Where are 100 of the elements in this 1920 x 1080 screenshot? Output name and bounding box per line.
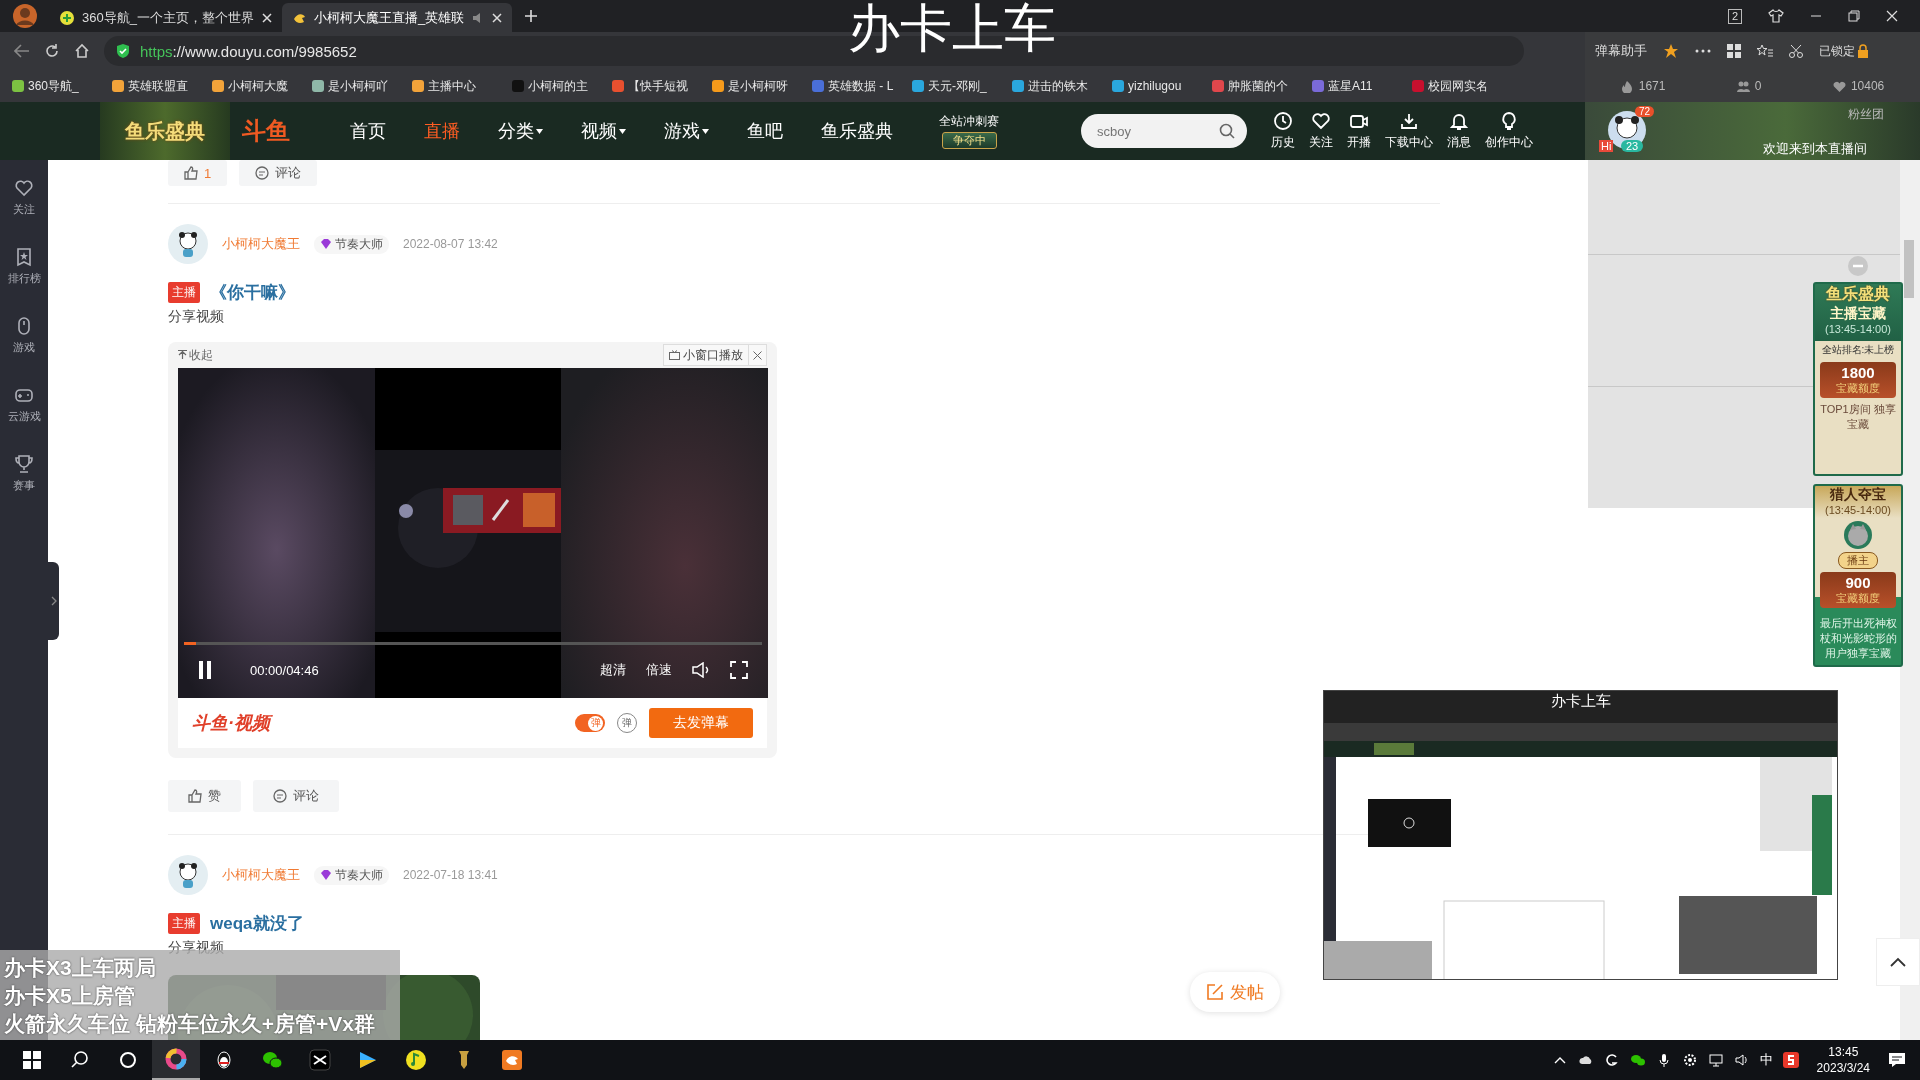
refresh-icon[interactable] <box>44 43 60 59</box>
tv-icon <box>669 350 680 360</box>
bookmark-link[interactable]: 360导航_ <box>28 77 79 95</box>
more-icon[interactable] <box>1695 49 1711 53</box>
restore-icon[interactable] <box>1848 10 1860 22</box>
stat-count: 1671 <box>1638 79 1666 93</box>
nav-link[interactable]: 鱼乐盛典 <box>821 119 893 143</box>
comment-icon <box>255 166 270 180</box>
fullscreen-icon[interactable] <box>730 661 748 679</box>
colorful-ring-icon[interactable] <box>165 1048 187 1070</box>
bookmark-link[interactable]: 小柯柯大魔 <box>228 77 288 95</box>
header-tool-button[interactable]: 开播 <box>1347 111 1371 151</box>
header-tool-button[interactable]: 下载中心 <box>1385 111 1433 151</box>
bookmark-link[interactable]: 【快手短视 <box>628 77 688 95</box>
thumbs-up-icon <box>188 789 202 803</box>
heart-icon <box>1311 111 1331 131</box>
bookmark-link[interactable]: 主播中心 <box>428 77 476 95</box>
nav-link[interactable]: 视频 <box>581 119 626 143</box>
g-letter-icon[interactable] <box>1603 1052 1620 1068</box>
back-icon[interactable] <box>14 44 30 58</box>
treasure-period: (13:45-14:00) <box>1824 323 1891 335</box>
windows-logo-icon[interactable] <box>21 1049 43 1071</box>
collapse-button[interactable]: 收起 <box>178 346 213 364</box>
search-field[interactable]: scboy <box>1081 114 1247 148</box>
treasure-rank: 全站排名:未上榜 <box>1815 341 1901 359</box>
post-title[interactable]: weqa就没了 <box>210 911 304 935</box>
bookmark-link[interactable]: yizhilugou <box>1128 79 1182 93</box>
home-icon[interactable] <box>74 43 90 59</box>
comment-button[interactable]: 评论 <box>239 160 318 186</box>
assistant-title: 弹幕助手 <box>1595 42 1647 60</box>
gear-icon[interactable] <box>1681 1052 1698 1068</box>
bookmark-link[interactable]: 进击的铁木 <box>1028 77 1088 95</box>
volume-icon[interactable] <box>1733 1052 1750 1068</box>
chat-bubbles-icon[interactable] <box>261 1049 283 1071</box>
notification-icon[interactable] <box>1888 1052 1906 1068</box>
bookmark-link[interactable]: 是小柯柯呀 <box>728 77 788 95</box>
close-icon[interactable] <box>753 350 762 360</box>
treasure-card[interactable]: 鱼乐盛典 主播宝藏 (13:45-14:00) 全站排名:未上榜 1800 宝藏额度 TOP1房间 独享宝藏 <box>1813 282 1903 476</box>
treasure-card[interactable]: 猎人夺宝 (13:45-14:00) 播主 900 宝藏额度 最后开出死神权杖和光影蛇形的用户独享宝藏 <box>1813 484 1903 667</box>
fans-club-label: 粉丝团 <box>1848 106 1884 123</box>
sidebar-item[interactable]: 游戏 <box>13 316 35 355</box>
new-tab-icon[interactable] <box>524 9 539 23</box>
grid-icon[interactable] <box>1727 44 1741 58</box>
input-method-indicator[interactable]: 中 <box>1759 1051 1773 1069</box>
fish-app-icon[interactable] <box>501 1049 523 1071</box>
treasure-amount: 900 <box>1845 574 1871 591</box>
nav-link[interactable]: 鱼吧 <box>747 119 783 143</box>
pause-icon[interactable] <box>198 661 212 679</box>
browser-tab[interactable]: 360导航_一个主页，整个世界 <box>50 3 282 32</box>
scissors-icon[interactable] <box>1789 44 1803 58</box>
anchor-tag: 主播 <box>168 912 200 934</box>
music-note-icon[interactable] <box>405 1049 427 1071</box>
like-button[interactable]: 赞 <box>168 780 241 812</box>
comment-button[interactable]: 评论 <box>253 780 339 812</box>
header-tool-button[interactable]: 历史 <box>1271 111 1295 151</box>
event-banner: 鱼乐盛典 <box>100 102 230 160</box>
avatar-icon <box>12 3 38 29</box>
scrollbar-thumb[interactable] <box>1904 240 1914 298</box>
browser-tab[interactable]: 小柯柯大魔王直播_英雄联 <box>281 3 513 32</box>
dropdown-caret-icon <box>536 128 543 134</box>
header-tool-button[interactable]: 关注 <box>1309 111 1333 151</box>
bookmark-link[interactable]: 天元-邓刚_ <box>928 77 987 95</box>
circle-icon[interactable] <box>117 1049 139 1071</box>
star-list-icon[interactable] <box>1757 44 1773 58</box>
sidebar-item[interactable]: 排行榜 <box>7 247 41 286</box>
bookmark-link[interactable]: 英雄联盟直 <box>128 77 188 95</box>
shirt-icon[interactable] <box>1768 9 1784 23</box>
taskbar-clock[interactable]: 13:45 2023/3/24 <box>1816 1044 1870 1076</box>
chevron-right-icon <box>50 596 57 606</box>
lock-icon <box>1857 44 1869 58</box>
star-icon[interactable] <box>1663 43 1679 59</box>
bookmark-link[interactable]: 是小柯柯吖 <box>328 77 388 95</box>
nav-link[interactable]: 直播 <box>424 119 460 143</box>
treasure-note: 最后开出死神权杖和光影蛇形的用户独享宝藏 <box>1818 616 1898 661</box>
bookmark-link[interactable]: 英雄数据 - L <box>828 77 894 95</box>
speed-button[interactable]: 倍速 <box>646 661 672 679</box>
header-tool-button[interactable]: 创作中心 <box>1485 111 1533 151</box>
chat-bubbles-icon[interactable] <box>1629 1052 1646 1068</box>
volume-icon[interactable] <box>692 662 710 678</box>
sidebar-item[interactable]: 云游戏 <box>7 385 41 424</box>
hi-badge: Hi <box>1599 140 1614 152</box>
quality-button[interactable]: 超清 <box>600 661 626 679</box>
bookmark-link[interactable]: 校园网实名 <box>1428 77 1488 95</box>
monitor-icon[interactable] <box>1707 1052 1724 1068</box>
post-time: 2022-07-18 13:41 <box>403 868 498 882</box>
crossed-lines-icon[interactable] <box>309 1049 331 1071</box>
nav-link[interactable]: 首页 <box>350 119 386 143</box>
post-title[interactable]: 《你干嘛》 <box>210 280 295 304</box>
sidebar-item[interactable]: 赛事 <box>13 454 35 493</box>
sidebar-item[interactable]: 关注 <box>13 178 35 217</box>
header-tool-button[interactable]: 消息 <box>1447 111 1471 151</box>
bookmark-link[interactable]: 肿胀菌的个 <box>1228 77 1288 95</box>
nav-link[interactable]: 游戏 <box>664 119 709 143</box>
s-logo-icon[interactable] <box>1782 1052 1799 1068</box>
expand-tab[interactable] <box>48 562 59 640</box>
bookmark-link[interactable]: 小柯柯的主 <box>528 77 588 95</box>
site-logo[interactable]: 斗鱼 <box>242 115 290 147</box>
bookmark-link[interactable]: 蓝星A11 <box>1328 77 1373 95</box>
level-badge: 72 <box>1635 106 1655 117</box>
nav-link[interactable]: 分类 <box>498 119 543 143</box>
